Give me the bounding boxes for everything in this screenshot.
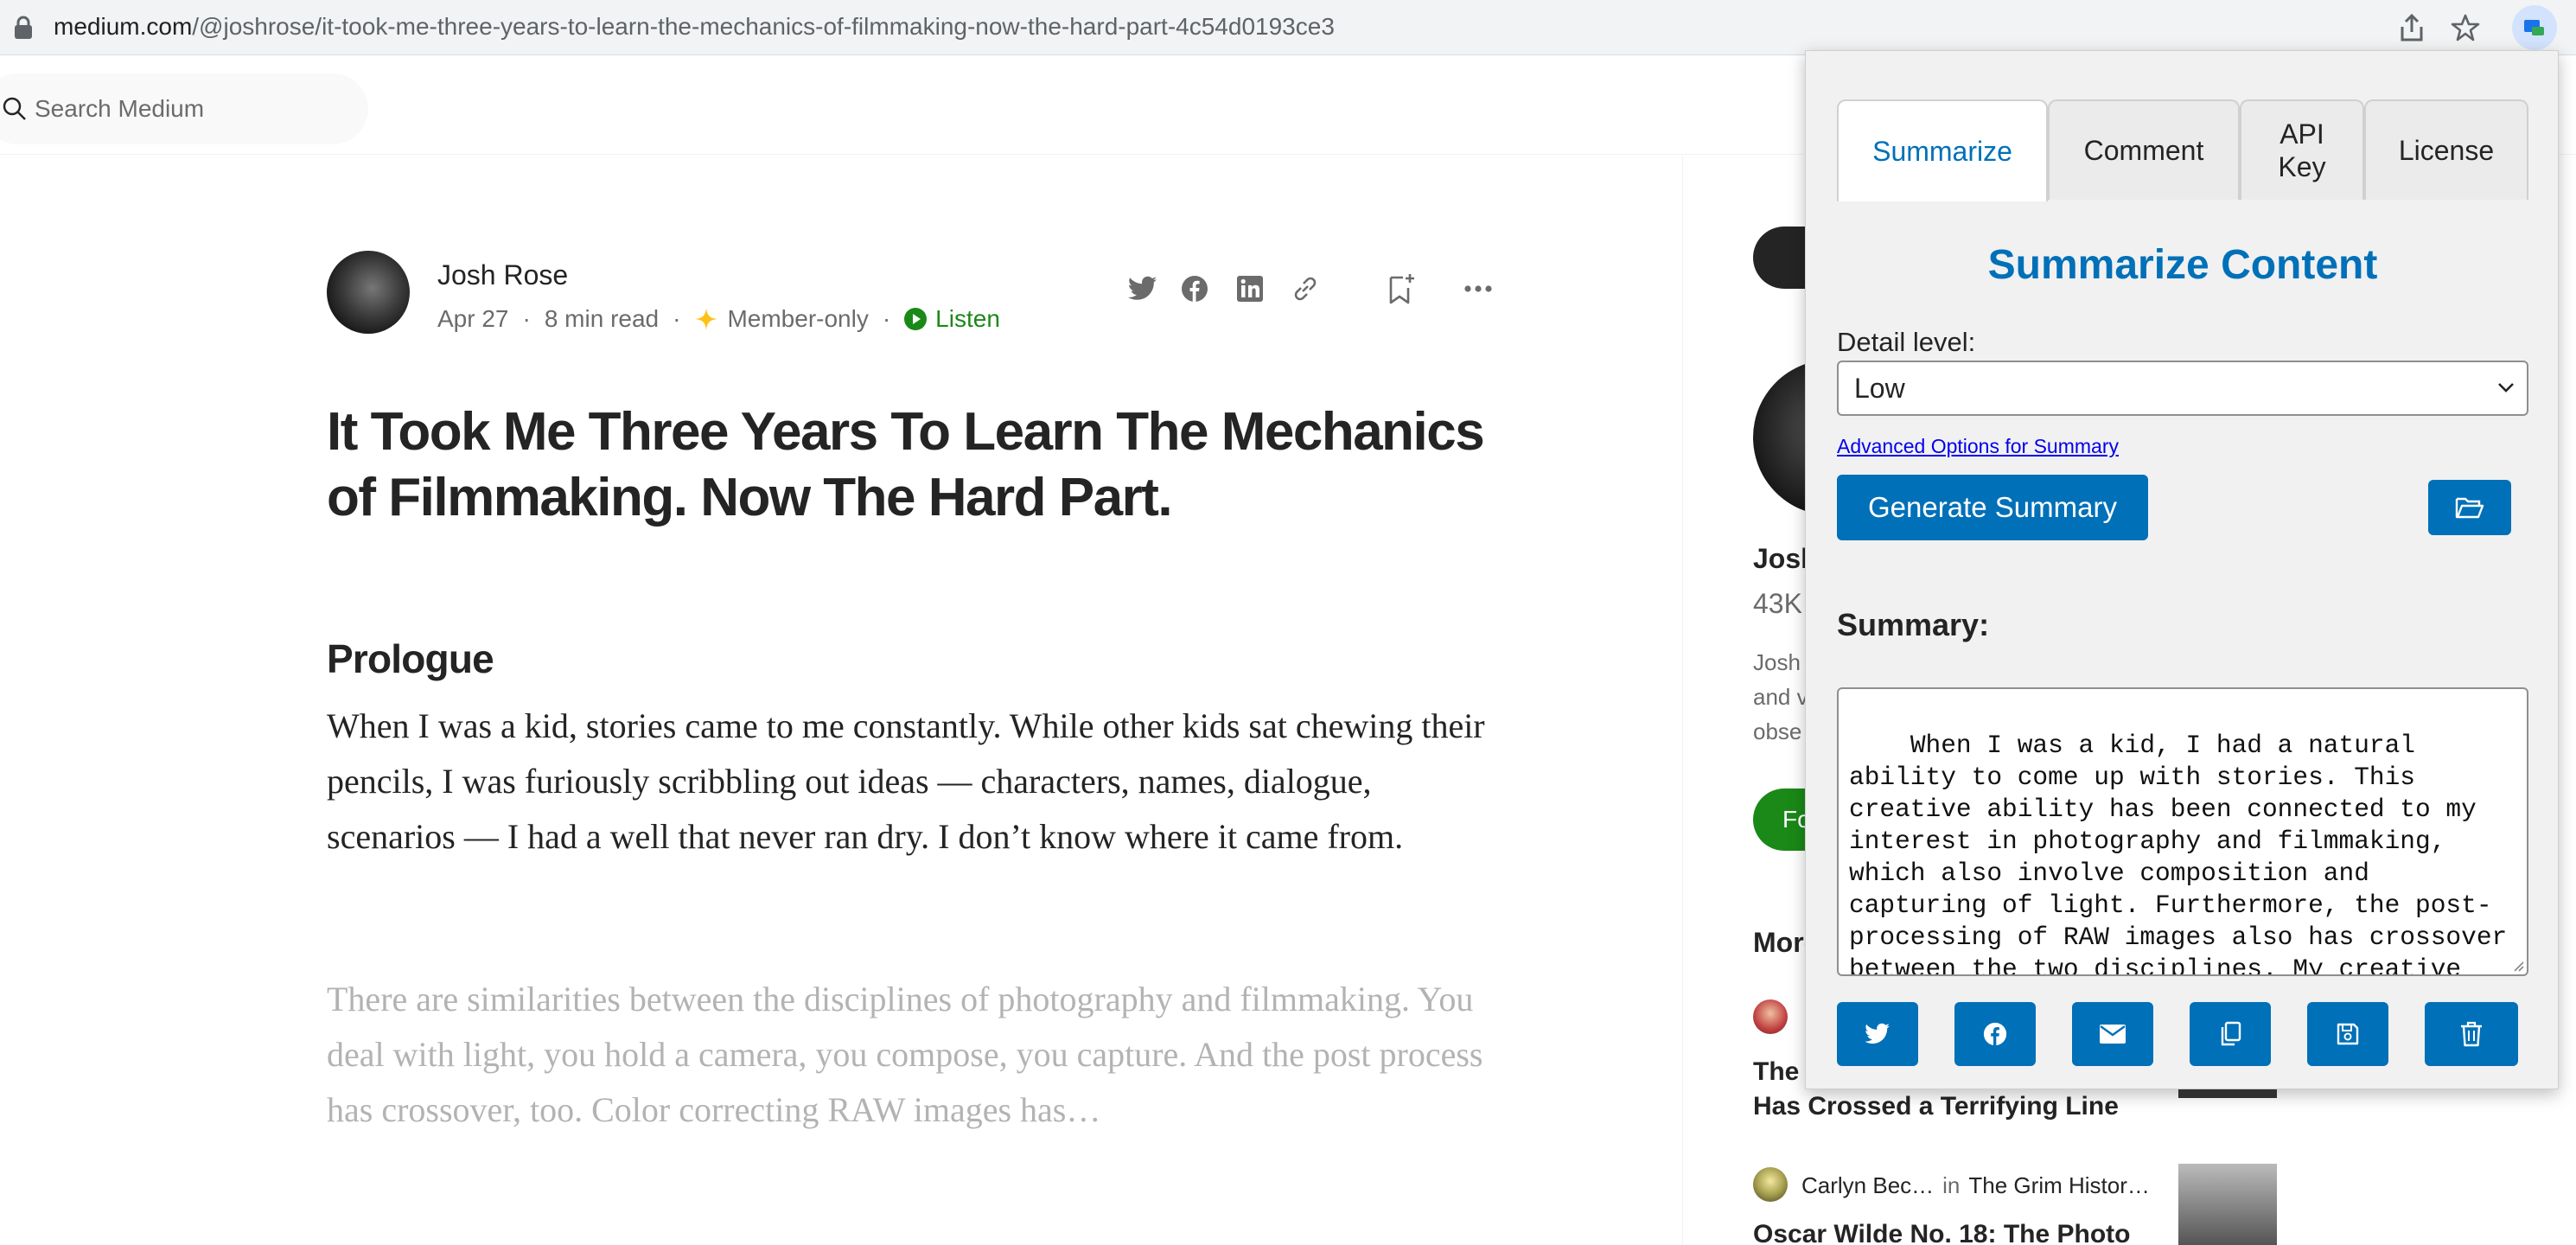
rec-title-line[interactable]: Has Crossed a Terrifying Line [1753, 1089, 2119, 1124]
member-only-label: Member-only [727, 305, 869, 332]
tab-license[interactable]: License [2364, 99, 2528, 200]
url-text[interactable]: medium.com/@joshrose/it-took-me-three-ye… [54, 10, 1335, 43]
tab-summarize[interactable]: Summarize [1837, 99, 2048, 201]
save-summary-button[interactable] [2307, 1002, 2388, 1066]
linkedin-share-icon[interactable] [1231, 270, 1269, 308]
rec-author[interactable]: Carlyn Bec… [1801, 1172, 1934, 1198]
detail-level-label: Detail level: [1837, 327, 1976, 357]
rec-in: in [1942, 1172, 1961, 1198]
sparkle-icon [695, 308, 718, 330]
listen-button[interactable]: Listen [904, 303, 1000, 335]
rec-publication[interactable]: The Grim Histor… [1968, 1172, 2149, 1198]
meta-separator: · [522, 305, 531, 332]
article-subheading: Prologue [327, 636, 494, 681]
article-paragraph-faded: There are similarities between the disci… [327, 980, 1483, 1129]
rec-author-avatar[interactable] [1753, 999, 1788, 1034]
delete-summary-button[interactable] [2425, 1002, 2518, 1066]
share-twitter-button[interactable] [1837, 1002, 1918, 1066]
sidebar-divider [1682, 156, 1683, 1245]
tab-api-key[interactable]: API Key [2240, 99, 2364, 200]
rec-title-line[interactable]: Oscar Wilde No. 18: The Photo [1753, 1217, 2130, 1245]
author-avatar[interactable] [327, 251, 410, 334]
popup-heading: Summarize Content [1987, 242, 2378, 288]
rec-title-line[interactable]: The [1753, 1055, 1799, 1089]
resize-handle-icon[interactable] [2512, 960, 2524, 972]
search-placeholder: Search Medium [35, 95, 205, 122]
rec-author-avatar[interactable] [1753, 1167, 1788, 1202]
advanced-options-link[interactable]: Advanced Options for Summary [1837, 433, 2119, 459]
rec-byline: Carlyn Bec… in The Grim Histor… [1801, 1171, 2150, 1200]
facebook-share-icon[interactable] [1176, 270, 1214, 308]
generate-summary-button[interactable]: Generate Summary [1837, 475, 2148, 540]
copy-icon [2221, 1021, 2241, 1046]
search-input[interactable]: Search Medium [0, 73, 368, 144]
meta-separator: · [882, 305, 891, 332]
folder-open-icon [2455, 497, 2484, 519]
meta-separator: · [673, 305, 681, 332]
share-email-button[interactable] [2072, 1002, 2153, 1066]
popup-tab-bar: Summarize Comment API Key License [1837, 99, 2528, 201]
publish-date: Apr 27 [437, 305, 509, 332]
url-path: /@joshrose/it-took-me-three-years-to-lea… [192, 13, 1335, 40]
detail-level-select[interactable]: Low [1837, 361, 2528, 416]
email-icon [2100, 1025, 2126, 1044]
bookmark-add-icon[interactable] [1383, 270, 1421, 308]
extension-popup: Summarize Comment API Key License Summar… [1805, 50, 2559, 1089]
rec-thumbnail[interactable] [2178, 1164, 2277, 1245]
share-page-icon[interactable] [2393, 9, 2431, 47]
more-options-icon[interactable] [1459, 270, 1497, 308]
save-icon [2337, 1023, 2359, 1045]
chevron-down-icon [2498, 383, 2514, 393]
facebook-icon [1983, 1022, 2007, 1046]
lock-icon [15, 16, 32, 39]
detail-level-value: Low [1854, 373, 1905, 404]
listen-label: Listen [935, 305, 1000, 332]
read-time: 8 min read [544, 305, 660, 332]
copy-link-icon[interactable] [1286, 270, 1324, 308]
tab-comment[interactable]: Comment [2048, 99, 2240, 200]
twitter-icon [1865, 1023, 1890, 1044]
sidebar-followers[interactable]: 43K [1753, 586, 1802, 621]
url-host: medium.com [54, 13, 193, 40]
summary-label: Summary: [1837, 607, 1990, 642]
article-meta: Apr 27 · 8 min read · Member-only · List… [437, 303, 1000, 335]
summary-textarea[interactable]: When I was a kid, I had a natural abilit… [1837, 687, 2528, 976]
open-folder-button[interactable] [2428, 480, 2511, 535]
search-icon [3, 97, 26, 120]
article-paragraph: When I was a kid, stories came to me con… [327, 706, 1485, 856]
extension-icon[interactable] [2512, 5, 2557, 50]
bookmark-star-icon[interactable] [2446, 9, 2484, 47]
share-facebook-button[interactable] [1954, 1002, 2036, 1066]
article-title: It Took Me Three Years To Learn The Mech… [327, 402, 1485, 527]
author-name[interactable]: Josh Rose [437, 258, 568, 292]
twitter-share-icon[interactable] [1124, 270, 1162, 308]
trash-icon [2461, 1021, 2482, 1047]
summary-text: When I was a kid, I had a natural abilit… [1849, 731, 2508, 976]
copy-summary-button[interactable] [2190, 1002, 2271, 1066]
browser-address-bar: medium.com/@joshrose/it-took-me-three-ye… [0, 0, 2576, 55]
play-icon [904, 308, 928, 330]
